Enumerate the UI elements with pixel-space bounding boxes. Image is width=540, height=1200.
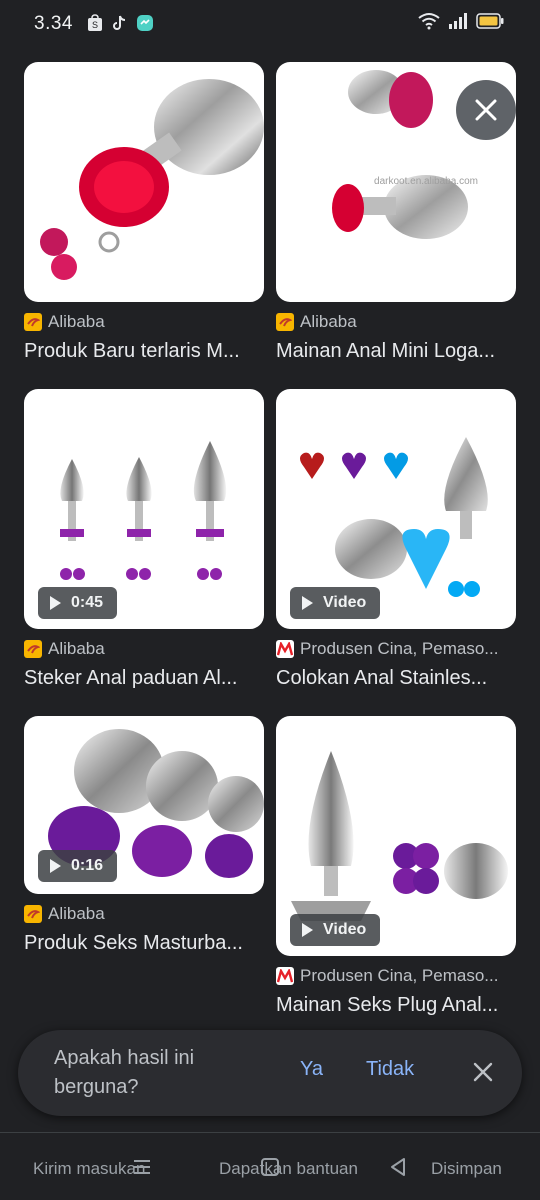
result-source[interactable]: Alibaba <box>24 639 264 659</box>
source-label: Alibaba <box>48 312 105 331</box>
bottom-bar: Kirim masukan Dapatkan bantuan Disimpan <box>0 1132 540 1200</box>
badge-label: Video <box>323 594 367 611</box>
feedback-yes-button[interactable]: Ya <box>300 1058 323 1081</box>
result-source[interactable]: Alibaba <box>24 312 264 332</box>
video-badge: Video <box>290 587 381 619</box>
result-title[interactable]: Mainan Anal Mini Loga... <box>276 340 516 363</box>
video-badge: Video <box>290 914 381 946</box>
result-title[interactable]: Produk Baru terlaris M... <box>24 340 264 363</box>
made-in-china-favicon-icon <box>276 640 294 658</box>
badge-label: 0:45 <box>71 594 104 611</box>
status-right-icons <box>418 12 504 30</box>
image-watermark: darkoot.en.alibaba.com <box>374 176 478 187</box>
feedback-panel: Apakah hasil ini berguna? Ya Tidak <box>18 1030 522 1116</box>
source-label: Alibaba <box>300 312 357 331</box>
result-title[interactable]: Produk Seks Masturba... <box>24 932 264 955</box>
source-label: Alibaba <box>48 904 105 923</box>
source-label: Produsen Cina, Pemaso... <box>300 966 499 985</box>
dismiss-feedback-icon[interactable] <box>472 1061 494 1083</box>
play-icon <box>302 596 313 610</box>
feedback-question: Apakah hasil ini berguna? <box>54 1047 195 1098</box>
alibaba-favicon-icon <box>24 640 42 658</box>
badge-label: 0:16 <box>71 857 104 874</box>
video-duration-badge: 0:16 <box>38 850 118 882</box>
result-image[interactable]: 0:45 <box>24 389 264 629</box>
made-in-china-favicon-icon <box>276 967 294 985</box>
result-title[interactable]: Mainan Seks Plug Anal... <box>276 994 516 1017</box>
battery-icon <box>476 13 504 29</box>
result-image[interactable]: Video <box>276 716 516 956</box>
shopee-icon: S <box>88 14 102 31</box>
result-title[interactable]: Steker Anal paduan Al... <box>24 667 264 690</box>
get-help-link[interactable]: Dapatkan bantuan <box>219 1159 358 1179</box>
status-time: 3.34 <box>34 13 73 34</box>
send-feedback-link[interactable]: Kirim masukan <box>33 1159 145 1179</box>
home-icon[interactable] <box>260 1157 280 1177</box>
result-title[interactable]: Colokan Anal Stainles... <box>276 667 516 690</box>
messenger-icon <box>137 15 153 31</box>
svg-text:S: S <box>92 20 98 30</box>
play-icon <box>302 923 313 937</box>
result-source[interactable]: Produsen Cina, Pemaso... <box>276 966 516 986</box>
source-label: Alibaba <box>48 639 105 658</box>
play-icon <box>50 859 61 873</box>
wifi-icon <box>418 13 440 30</box>
saved-link[interactable]: Disimpan <box>431 1159 502 1179</box>
play-icon <box>50 596 61 610</box>
feedback-no-button[interactable]: Tidak <box>366 1058 414 1081</box>
result-image[interactable]: 0:16 <box>24 716 264 894</box>
close-icon <box>475 99 497 121</box>
menu-icon[interactable] <box>132 1157 152 1177</box>
result-source[interactable]: Alibaba <box>24 904 264 924</box>
close-button[interactable] <box>456 80 516 140</box>
status-bar: 3.34 S <box>0 0 540 48</box>
badge-label: Video <box>323 921 367 938</box>
alibaba-favicon-icon <box>24 905 42 923</box>
tiktok-icon <box>113 15 126 30</box>
result-source[interactable]: Produsen Cina, Pemaso... <box>276 639 516 659</box>
result-image[interactable] <box>24 62 264 302</box>
result-source[interactable]: Alibaba <box>276 312 516 332</box>
result-image[interactable]: Video <box>276 389 516 629</box>
signal-icon <box>449 13 467 29</box>
back-icon[interactable] <box>388 1157 408 1177</box>
alibaba-favicon-icon <box>276 313 294 331</box>
video-duration-badge: 0:45 <box>38 587 118 619</box>
source-label: Produsen Cina, Pemaso... <box>300 639 499 658</box>
alibaba-favicon-icon <box>24 313 42 331</box>
